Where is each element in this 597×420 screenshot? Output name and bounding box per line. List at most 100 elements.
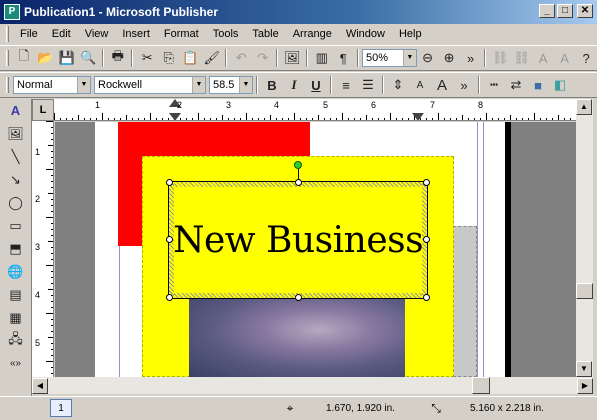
toolbar-grip-handle[interactable] (6, 77, 9, 93)
sky-photo[interactable] (189, 298, 405, 377)
minimize-button[interactable]: _ (539, 4, 555, 18)
underline-icon[interactable]: U (305, 74, 327, 96)
rectangle-tool-icon[interactable]: ▭ (4, 214, 28, 237)
chevron-down-icon[interactable]: ▼ (192, 77, 205, 93)
save-icon[interactable]: 💾 (56, 47, 78, 69)
form-control-tool-icon[interactable]: ▤ (4, 283, 28, 306)
arrow-style-icon[interactable]: ⇄ (505, 74, 527, 96)
scroll-right-button[interactable]: ▶ (577, 377, 593, 394)
resize-handle-top-right[interactable] (423, 179, 430, 186)
font-size-select[interactable]: 58.5 ▼ (209, 76, 253, 94)
redo-icon[interactable]: ↷ (252, 47, 274, 69)
vertical-scroll-thumb[interactable] (576, 283, 593, 299)
web-tool-icon[interactable]: 🖧 (4, 329, 28, 352)
format-painter-icon[interactable]: 🖌 (201, 47, 223, 69)
hotspot-tool-icon[interactable]: 🌐 (4, 260, 28, 283)
first-line-indent-marker[interactable] (169, 113, 181, 121)
line-spacing-icon[interactable]: ⇕ (387, 74, 409, 96)
menu-table[interactable]: Table (245, 28, 285, 40)
copy-icon[interactable]: ⎘ (158, 47, 180, 69)
open-icon[interactable]: 📂 (34, 47, 56, 69)
menu-arrange[interactable]: Arrange (286, 28, 339, 40)
zoom-in-icon[interactable]: ⊕ (438, 47, 460, 69)
close-button[interactable]: ✕ (577, 4, 593, 18)
vertical-scrollbar[interactable]: ▲ ▼ (576, 99, 593, 377)
more-tools-icon[interactable]: «» (4, 352, 28, 375)
document-workspace[interactable]: New Business (55, 122, 576, 377)
menu-edit[interactable]: Edit (45, 28, 78, 40)
horizontal-scrollbar[interactable]: ◀ ▶ (32, 377, 593, 394)
menu-insert[interactable]: Insert (115, 28, 157, 40)
oval-tool-icon[interactable]: ◯ (4, 191, 28, 214)
toolbar-grip-handle[interactable] (6, 50, 9, 66)
arrow-tool-icon[interactable]: ↘ (4, 168, 28, 191)
link-icon[interactable]: ⛓ (489, 47, 511, 69)
justify-icon[interactable]: ☰ (357, 74, 379, 96)
resize-handle-left[interactable] (166, 236, 173, 243)
line-style-icon[interactable]: ┅ (483, 74, 505, 96)
headline-text[interactable]: New Business (173, 220, 424, 261)
chevron-down-icon[interactable]: ▼ (239, 77, 252, 93)
headline-text-area[interactable]: New Business (173, 187, 424, 293)
resize-handle-right[interactable] (423, 236, 430, 243)
undo-icon[interactable]: ↶ (230, 47, 252, 69)
print-icon[interactable]: 🖶 (107, 47, 129, 69)
pilcrow-icon[interactable]: ¶ (332, 47, 354, 69)
resize-handle-top-left[interactable] (166, 179, 173, 186)
italic-icon[interactable]: I (283, 74, 305, 96)
menu-view[interactable]: View (78, 28, 116, 40)
chevron-down-icon[interactable]: ▼ (402, 50, 416, 66)
headline-text-box[interactable]: New Business (168, 181, 428, 299)
maximize-button[interactable]: □ (557, 4, 573, 18)
text-link-icon[interactable]: A (532, 47, 554, 69)
page-navigator-tab[interactable]: 1 (50, 399, 72, 417)
menu-format[interactable]: Format (157, 28, 206, 40)
resize-handle-bottom-left[interactable] (166, 294, 173, 301)
menu-file[interactable]: File (13, 28, 45, 40)
cut-icon[interactable]: ✂ (136, 47, 158, 69)
ruler-origin-corner[interactable]: L (32, 99, 54, 121)
unlink-icon[interactable]: ⛓ (511, 47, 533, 69)
new-icon[interactable]: 🗋 (13, 47, 35, 69)
rotation-handle[interactable] (294, 161, 302, 169)
align-left-icon[interactable]: ≡ (335, 74, 357, 96)
toolbar-overflow-icon[interactable]: » (453, 74, 475, 96)
horizontal-scroll-thumb[interactable] (472, 377, 490, 394)
horizontal-ruler[interactable]: 1 2 3 4 5 6 7 8 (54, 99, 576, 121)
bold-icon[interactable]: B (261, 74, 283, 96)
paste-icon[interactable]: 📋 (179, 47, 201, 69)
resize-handle-bottom[interactable] (295, 294, 302, 301)
vertical-ruler[interactable]: 1 2 3 4 5 (32, 121, 54, 377)
scroll-up-button[interactable]: ▲ (576, 99, 592, 115)
toolbar-overflow-icon[interactable]: » (460, 47, 482, 69)
menu-help[interactable]: Help (392, 28, 429, 40)
scroll-left-button[interactable]: ◀ (32, 377, 48, 394)
autoshapes-tool-icon[interactable]: ⬒ (4, 237, 28, 260)
menu-grip-handle[interactable] (6, 26, 9, 42)
help-icon[interactable]: ? (575, 47, 597, 69)
resize-handle-top[interactable] (295, 179, 302, 186)
zoom-select[interactable]: 50% ▼ (361, 49, 417, 67)
right-indent-marker[interactable] (412, 113, 424, 121)
scroll-down-button[interactable]: ▼ (576, 361, 592, 377)
style-select[interactable]: Normal ▼ (13, 76, 91, 94)
menu-tools[interactable]: Tools (206, 28, 246, 40)
3d-style-icon[interactable]: ◧ (549, 74, 571, 96)
chevron-down-icon[interactable]: ▼ (77, 77, 90, 93)
publisher-app-icon[interactable]: P (4, 4, 20, 20)
menu-window[interactable]: Window (339, 28, 392, 40)
insert-picture-icon[interactable]: 🖼 (281, 47, 303, 69)
text-box-tool-icon[interactable]: A (4, 99, 28, 122)
columns-icon[interactable]: ▥ (311, 47, 333, 69)
increase-font-icon[interactable]: A (431, 74, 453, 96)
design-gallery-tool-icon[interactable]: ▦ (4, 306, 28, 329)
line-tool-icon[interactable]: ╲ (4, 145, 28, 168)
search-file-icon[interactable]: 🔍 (77, 47, 99, 69)
grey-rectangle-shape[interactable] (453, 226, 477, 377)
shadow-style-icon[interactable]: ■ (527, 74, 549, 96)
font-select[interactable]: Rockwell ▼ (94, 76, 206, 94)
decrease-font-icon[interactable]: A (409, 74, 431, 96)
zoom-out-icon[interactable]: ⊖ (417, 47, 439, 69)
picture-tool-icon[interactable]: 🖼 (4, 122, 28, 145)
text-unlink-icon[interactable]: A (554, 47, 576, 69)
